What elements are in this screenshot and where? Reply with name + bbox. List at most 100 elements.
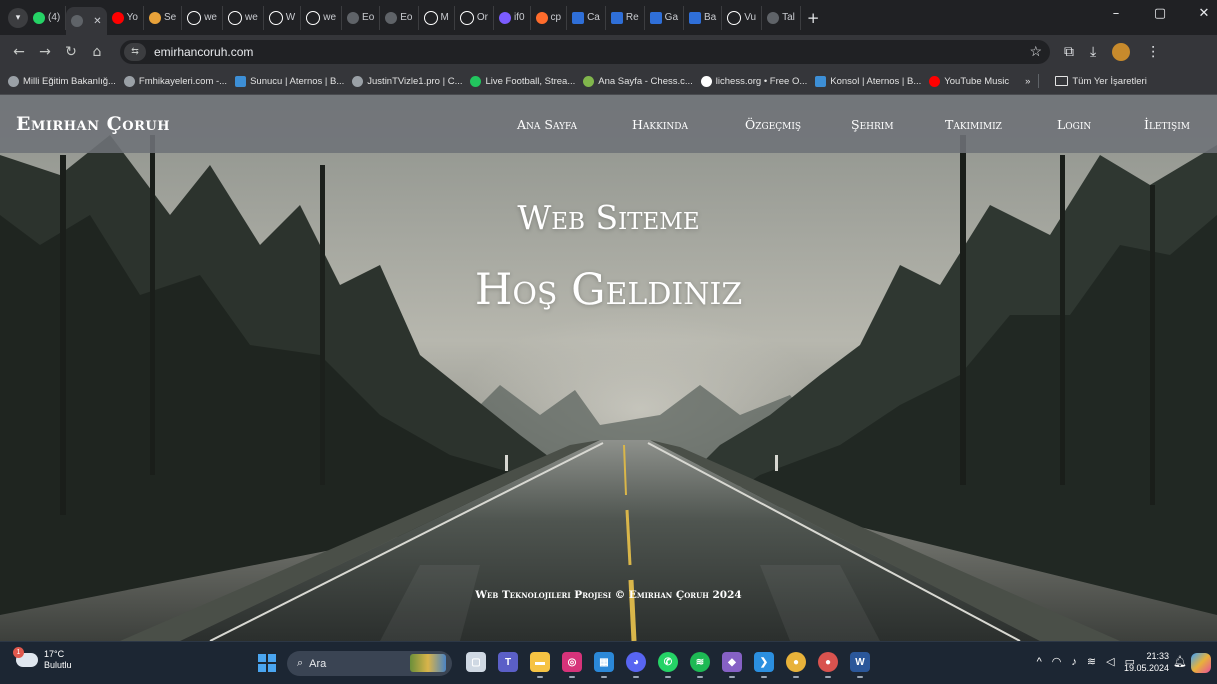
- microphone-icon[interactable]: ♪: [1071, 656, 1077, 668]
- browser-tab[interactable]: Re: [606, 5, 645, 30]
- bookmark-star-icon[interactable]: ☆: [1029, 43, 1042, 60]
- system-tray: ^ ◠ ♪ ≋ ◁ ▭: [1037, 655, 1135, 669]
- download-icon[interactable]: ⤓: [1090, 44, 1096, 60]
- all-bookmarks-folder[interactable]: Tüm Yer İşaretleri: [1055, 76, 1147, 87]
- nav-link-iletisim[interactable]: İletişim: [1144, 117, 1190, 132]
- menu-icon[interactable]: ⋮: [1146, 44, 1160, 60]
- cloud-icon: 1: [13, 647, 38, 667]
- site-info-icon[interactable]: ⇆: [124, 42, 146, 61]
- chrome-icon[interactable]: ●: [786, 652, 806, 678]
- new-tab-button[interactable]: +: [807, 9, 820, 27]
- taskbar-search[interactable]: ⌕ Ara: [287, 651, 452, 676]
- site-brand-logo[interactable]: Emirhan Çoruh: [16, 113, 170, 135]
- nav-link-ozgecmis[interactable]: Özgeçmiş: [745, 117, 801, 132]
- store-icon[interactable]: ▦: [594, 652, 614, 678]
- close-icon[interactable]: ✕: [1197, 6, 1211, 21]
- chevron-down-icon[interactable]: ▾: [8, 7, 28, 28]
- nav-link-login[interactable]: Login: [1057, 117, 1091, 132]
- bookmark-item[interactable]: YouTube Music: [929, 75, 1009, 87]
- bookmark-label: Sunucu | Aternos | B...: [250, 75, 345, 87]
- minimize-icon[interactable]: –: [1109, 6, 1123, 21]
- back-icon[interactable]: ←: [6, 44, 32, 60]
- discord-icon[interactable]: ◕: [626, 652, 646, 678]
- nav-link-ana-sayfa[interactable]: Ana Sayfa: [517, 117, 577, 132]
- wifi-icon[interactable]: ≋: [1087, 655, 1096, 668]
- file-explorer-icon[interactable]: ▬: [530, 652, 550, 678]
- vscode-icon[interactable]: ❯: [754, 652, 774, 678]
- browser-tab[interactable]: Eo: [380, 5, 419, 30]
- browser-tab[interactable]: W: [264, 5, 302, 30]
- bookmark-item[interactable]: lichess.org • Free O...: [700, 75, 807, 87]
- m-icon: [649, 11, 662, 24]
- volume-icon[interactable]: ◁: [1106, 655, 1114, 668]
- browser-tab[interactable]: Or: [455, 5, 494, 30]
- reload-icon[interactable]: ↻: [58, 44, 84, 60]
- github-icon: [227, 10, 242, 25]
- tab-title: we: [323, 12, 337, 23]
- task-view-icon[interactable]: ▢: [466, 652, 486, 672]
- word-icon[interactable]: W: [850, 652, 870, 678]
- bookmark-item[interactable]: Live Football, Strea...: [470, 75, 575, 87]
- weather-temperature: 17°C: [44, 649, 65, 659]
- forest-road-background: [0, 95, 1217, 641]
- browser-tab[interactable]: if0: [494, 5, 531, 30]
- teams-icon[interactable]: T: [498, 652, 518, 672]
- browser-tab[interactable]: we: [301, 5, 343, 30]
- system-clock[interactable]: 21:33 19.05.2024: [1124, 650, 1169, 674]
- bookmark-item[interactable]: Fmhikayeleri.com -...: [123, 75, 227, 87]
- browser-tab[interactable]: Yo: [107, 5, 144, 30]
- home-icon[interactable]: ⌂: [84, 44, 110, 60]
- browser-tab[interactable]: (4): [28, 5, 67, 30]
- whatsapp-icon[interactable]: ✆: [658, 652, 678, 678]
- nav-link-takimimiz[interactable]: Takımımız: [945, 117, 1002, 132]
- globe-icon: [767, 11, 780, 24]
- weather-condition: Bulutlu: [44, 660, 72, 670]
- browser-tab[interactable]: M: [419, 5, 455, 30]
- windows-start-icon[interactable]: [258, 654, 276, 672]
- tab-title: Re: [625, 12, 639, 23]
- running-indicator: [537, 676, 543, 678]
- browser-tab[interactable]: Se: [144, 5, 183, 30]
- forward-icon[interactable]: →: [32, 44, 58, 60]
- url-text[interactable]: emirhancoruh.com: [154, 45, 253, 59]
- maximize-icon[interactable]: ▢: [1153, 6, 1167, 21]
- spotify-icon[interactable]: ≋: [690, 652, 710, 678]
- notification-bell-icon[interactable]: 🔔︎: [1173, 655, 1187, 668]
- copilot-icon[interactable]: [1191, 653, 1211, 673]
- instagram-icon[interactable]: ◎: [562, 652, 582, 678]
- hero-title-line2: Hoş Geldiniz: [474, 265, 743, 315]
- nav-link-sehrim[interactable]: Şehrim: [851, 117, 894, 132]
- website-viewport: Emirhan Çoruh Ana Sayfa Hakkında Özgeçmi…: [0, 95, 1217, 641]
- browser-tab[interactable]: Tal: [762, 5, 801, 30]
- bookmark-item[interactable]: Sunucu | Aternos | B...: [235, 75, 345, 87]
- weather-widget[interactable]: 1 17°C Bulutlu: [13, 647, 72, 671]
- bookmark-label: Ana Sayfa - Chess.c...: [598, 75, 693, 87]
- tab-strip: ▾ (4) ✕ Yo Se we we Wwe Eo Eo M Or if0 cp Ca Re Ga Ba Vu T…: [0, 0, 1217, 35]
- browser-tab[interactable]: we: [223, 5, 264, 30]
- profile-avatar[interactable]: [1112, 42, 1131, 61]
- close-tab-icon[interactable]: ✕: [93, 16, 101, 27]
- browser-tab[interactable]: cp: [531, 5, 568, 30]
- browser-tab[interactable]: Eo: [342, 5, 381, 30]
- bookmark-item[interactable]: Ana Sayfa - Chess.c...: [583, 75, 693, 87]
- browser-tab[interactable]: Ca: [567, 5, 606, 30]
- bookmarks-overflow-button[interactable]: »: [1025, 76, 1030, 87]
- address-bar[interactable]: ⇆ emirhancoruh.com ☆: [120, 39, 1050, 64]
- bookmark-item[interactable]: Konsol | Aternos | B...: [815, 75, 921, 87]
- browser-tab[interactable]: ✕: [66, 7, 107, 35]
- extensions-icon[interactable]: ⧉: [1064, 44, 1074, 60]
- youtube-music-icon: [929, 75, 941, 87]
- browser-tab[interactable]: Ba: [684, 5, 723, 30]
- show-hidden-icons[interactable]: ^: [1037, 656, 1042, 668]
- bookmark-item[interactable]: Milli Eğitim Bakanlığ...: [8, 75, 116, 87]
- youtube-music-icon: [111, 11, 124, 24]
- visual-studio-icon[interactable]: ◆: [722, 652, 742, 678]
- chrome-profile-icon[interactable]: ●: [818, 652, 838, 678]
- browser-tab[interactable]: we: [182, 5, 223, 30]
- browser-tab[interactable]: Ga: [645, 5, 685, 30]
- copilot-tray-icon[interactable]: ◠: [1052, 655, 1062, 668]
- nav-link-hakkinda[interactable]: Hakkında: [632, 117, 688, 132]
- bookmark-item[interactable]: JustinTVizle1.pro | C...: [352, 75, 462, 87]
- browser-tab[interactable]: Vu: [722, 5, 763, 30]
- tab-title: Vu: [744, 12, 757, 23]
